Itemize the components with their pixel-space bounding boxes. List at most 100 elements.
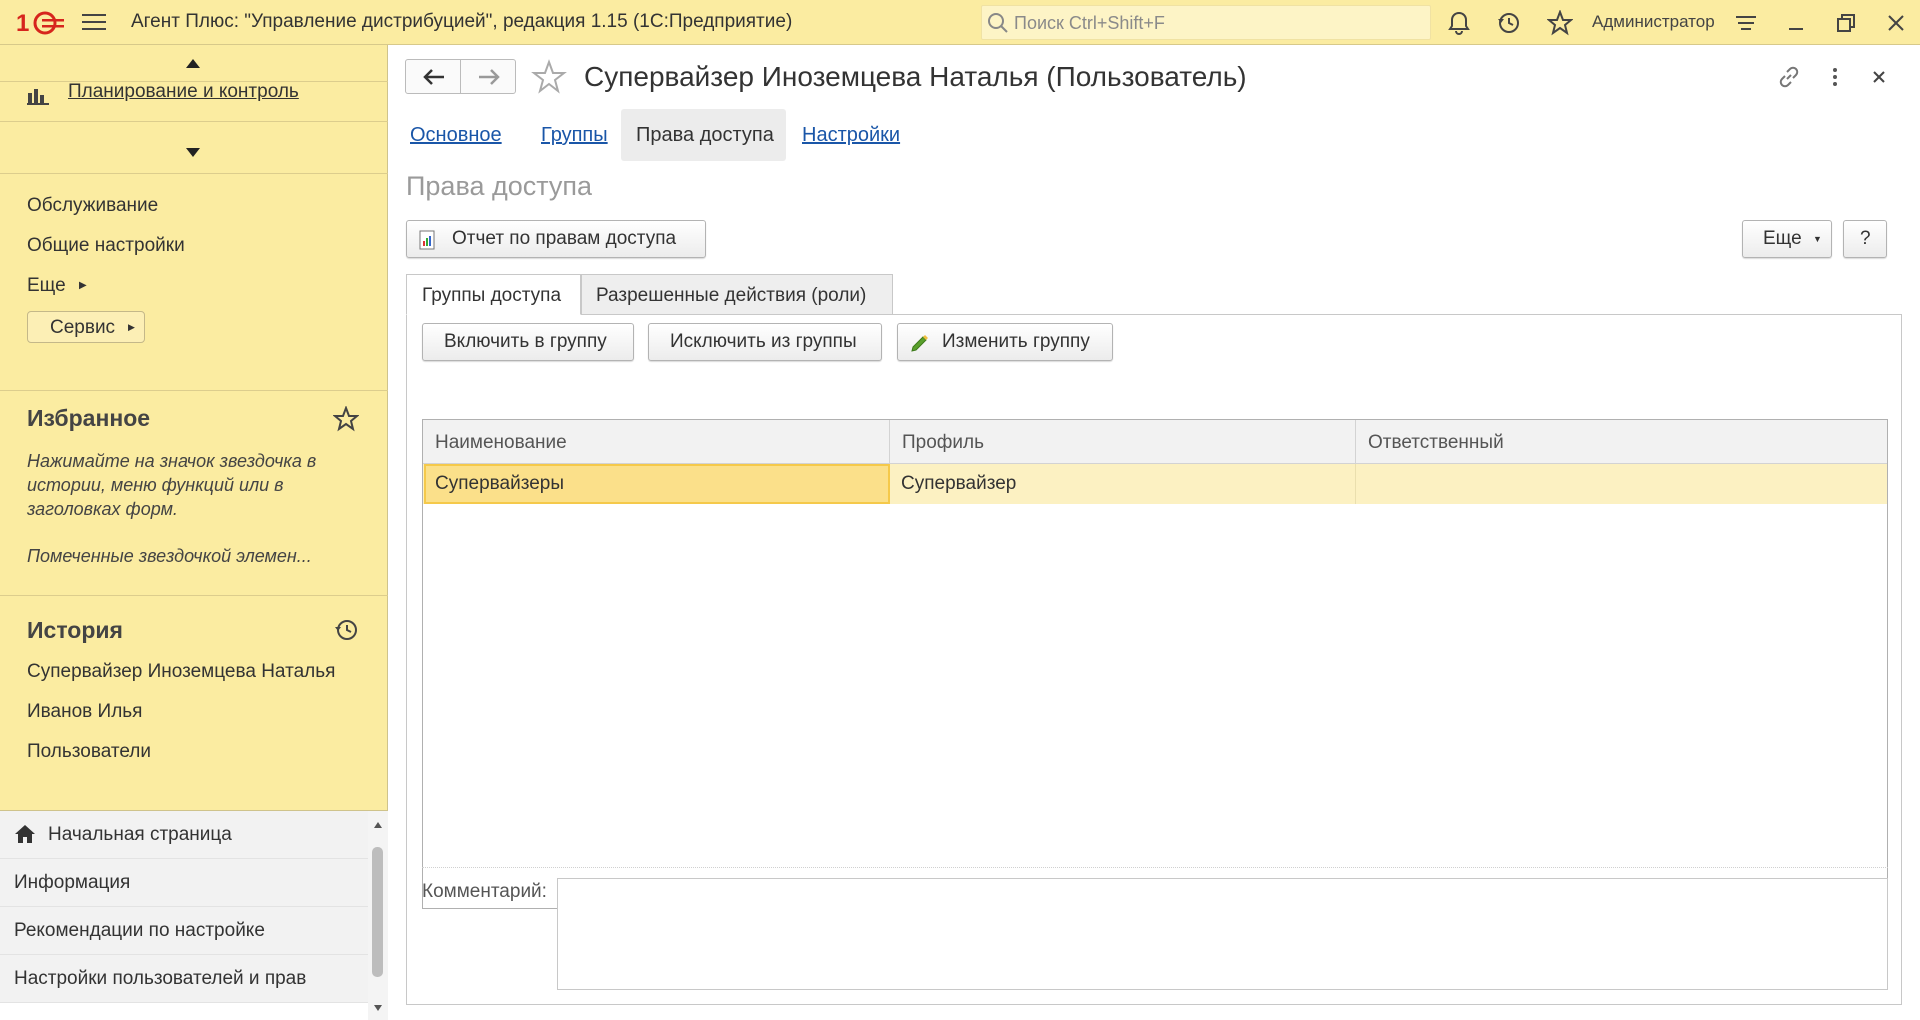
- tab-main[interactable]: Основное: [404, 109, 504, 161]
- link-icon[interactable]: [1775, 63, 1803, 91]
- history-title: История: [27, 617, 123, 643]
- back-button[interactable]: [405, 59, 461, 94]
- include-in-group-button[interactable]: Включить в группу: [422, 323, 634, 361]
- scroll-up-icon[interactable]: [373, 821, 383, 829]
- tab-settings[interactable]: Настройки: [796, 109, 906, 161]
- help-button[interactable]: ?: [1843, 220, 1887, 258]
- exclude-from-group-button[interactable]: Исключить из группы: [648, 323, 882, 361]
- comment-label: Комментарий:: [422, 881, 547, 902]
- search-input[interactable]: [1014, 10, 1414, 36]
- column-header-label: Профиль: [902, 432, 985, 453]
- svg-text:1: 1: [16, 10, 29, 37]
- close-window-icon[interactable]: [1883, 10, 1909, 36]
- tab-groups[interactable]: Группы: [535, 109, 610, 161]
- tab-label: Группы: [541, 124, 608, 146]
- column-header-profile[interactable]: Профиль: [890, 420, 1356, 464]
- nav-item-user-settings[interactable]: Настройки пользователей и прав: [0, 955, 368, 1003]
- bottom-navigation: Начальная страница Информация Рекомендац…: [0, 810, 388, 1020]
- sidebar: Планирование и контроль Обслуживание Общ…: [0, 45, 388, 1020]
- user-name[interactable]: Администратор: [1592, 12, 1715, 32]
- section-title: Права доступа: [406, 171, 593, 201]
- restore-icon[interactable]: [1833, 10, 1859, 36]
- search-icon: [988, 13, 1008, 33]
- column-header-label: Наименование: [435, 432, 567, 453]
- close-icon[interactable]: [1865, 63, 1893, 91]
- tab-label: Основное: [410, 124, 502, 146]
- favorites-hint: Нажимайте на значок звездочка в истории,…: [27, 451, 317, 519]
- button-label: Изменить группу: [942, 331, 1090, 352]
- button-label: Еще: [1763, 228, 1802, 249]
- cell-value: Супервайзер: [901, 473, 1017, 494]
- scroll-down-icon[interactable]: [183, 145, 203, 159]
- column-header-label: Ответственный: [1368, 432, 1504, 453]
- scroll-up-icon[interactable]: [183, 57, 203, 71]
- more-vertical-icon[interactable]: [1821, 63, 1849, 91]
- bell-icon[interactable]: [1446, 10, 1472, 36]
- tab-label: Группы доступа: [422, 285, 562, 306]
- star-icon[interactable]: [531, 59, 567, 95]
- edit-group-button[interactable]: Изменить группу: [897, 323, 1113, 361]
- tab-access-groups[interactable]: Группы доступа: [406, 274, 581, 315]
- scrollbar[interactable]: [368, 811, 388, 1020]
- cell-value: Супервайзеры: [435, 473, 564, 494]
- button-label: Включить в группу: [444, 331, 607, 352]
- history-icon[interactable]: [1496, 10, 1522, 36]
- nav-item-label: Настройки пользователей и прав: [14, 968, 307, 989]
- tab-label: Разрешенные действия (роли): [596, 285, 867, 306]
- chart-bars-icon: [27, 89, 49, 105]
- button-label: ?: [1860, 228, 1871, 249]
- button-label: Исключить из группы: [670, 331, 857, 352]
- star-icon[interactable]: [1547, 10, 1573, 36]
- scroll-down-icon[interactable]: [373, 1004, 383, 1012]
- column-header-name[interactable]: Наименование: [423, 420, 890, 464]
- minimize-icon[interactable]: [1783, 10, 1809, 36]
- tab-access-rights[interactable]: Права доступа: [621, 109, 786, 161]
- 1c-logo-icon[interactable]: 1: [16, 9, 66, 37]
- nav-item-recommendations[interactable]: Рекомендации по настройке: [0, 907, 368, 955]
- servis-label: Сервис: [50, 317, 116, 338]
- star-icon[interactable]: [333, 406, 359, 432]
- arrow-right-icon: [479, 69, 500, 85]
- access-report-button[interactable]: Отчет по правам доступа: [406, 220, 706, 258]
- triangle-right-icon: ▶: [78, 280, 87, 292]
- settings-lines-icon[interactable]: [1733, 10, 1759, 36]
- access-groups-table: Наименование Профиль Ответственный Супер…: [422, 419, 1888, 909]
- cell-name[interactable]: Супервайзеры: [424, 464, 890, 504]
- forward-button[interactable]: [460, 59, 516, 94]
- form-area: Супервайзер Иноземцева Наталья (Пользова…: [389, 45, 1920, 1019]
- table-row[interactable]: Супервайзеры Супервайзер: [423, 464, 1887, 504]
- chevron-down-icon: ▼: [1813, 234, 1822, 244]
- comment-field[interactable]: [557, 878, 1888, 990]
- sidebar-item-general-settings[interactable]: Общие настройки: [27, 235, 185, 257]
- cell-responsible[interactable]: [1356, 464, 1887, 504]
- history-item[interactable]: Иванов Илья: [27, 701, 142, 723]
- sidebar-item-label: Еще: [27, 275, 66, 296]
- nav-item-info[interactable]: Информация: [0, 859, 368, 907]
- form-title: Супервайзер Иноземцева Наталья (Пользова…: [584, 61, 1247, 92]
- sidebar-item-maintenance[interactable]: Обслуживание: [27, 195, 158, 217]
- table-header: Наименование Профиль Ответственный: [423, 420, 1887, 464]
- button-label: Отчет по правам доступа: [452, 228, 677, 249]
- arrow-left-icon: [423, 69, 444, 85]
- tab-allowed-roles[interactable]: Разрешенные действия (роли): [581, 274, 893, 315]
- title-bar: 1 Агент Плюс: "Управление дистрибуцией",…: [0, 0, 1920, 45]
- sidebar-item-planning[interactable]: Планирование и контроль: [68, 81, 299, 103]
- history-icon[interactable]: [333, 617, 359, 643]
- sidebar-item-label: Планирование и контроль: [68, 81, 299, 102]
- column-header-responsible[interactable]: Ответственный: [1356, 420, 1887, 464]
- nav-item-label: Начальная страница: [48, 824, 232, 845]
- search-box[interactable]: [981, 5, 1431, 40]
- history-item[interactable]: Пользователи: [27, 741, 151, 763]
- nav-item-home[interactable]: Начальная страница: [0, 811, 368, 859]
- scrollbar-thumb[interactable]: [372, 847, 383, 977]
- cell-profile[interactable]: Супервайзер: [890, 464, 1356, 504]
- sidebar-item-more[interactable]: Еще ▶: [27, 275, 87, 297]
- divider: [422, 867, 1888, 868]
- servis-button[interactable]: Сервис ▶: [27, 311, 145, 343]
- more-button[interactable]: Еще ▼: [1742, 220, 1832, 258]
- app-title: Агент Плюс: "Управление дистрибуцией", р…: [131, 11, 793, 32]
- hamburger-menu-icon[interactable]: [82, 11, 106, 33]
- favorites-hint-2: Помеченные звездочкой элемен...: [27, 546, 312, 566]
- nav-item-label: Рекомендации по настройке: [14, 920, 265, 941]
- history-item[interactable]: Супервайзер Иноземцева Наталья: [27, 661, 335, 683]
